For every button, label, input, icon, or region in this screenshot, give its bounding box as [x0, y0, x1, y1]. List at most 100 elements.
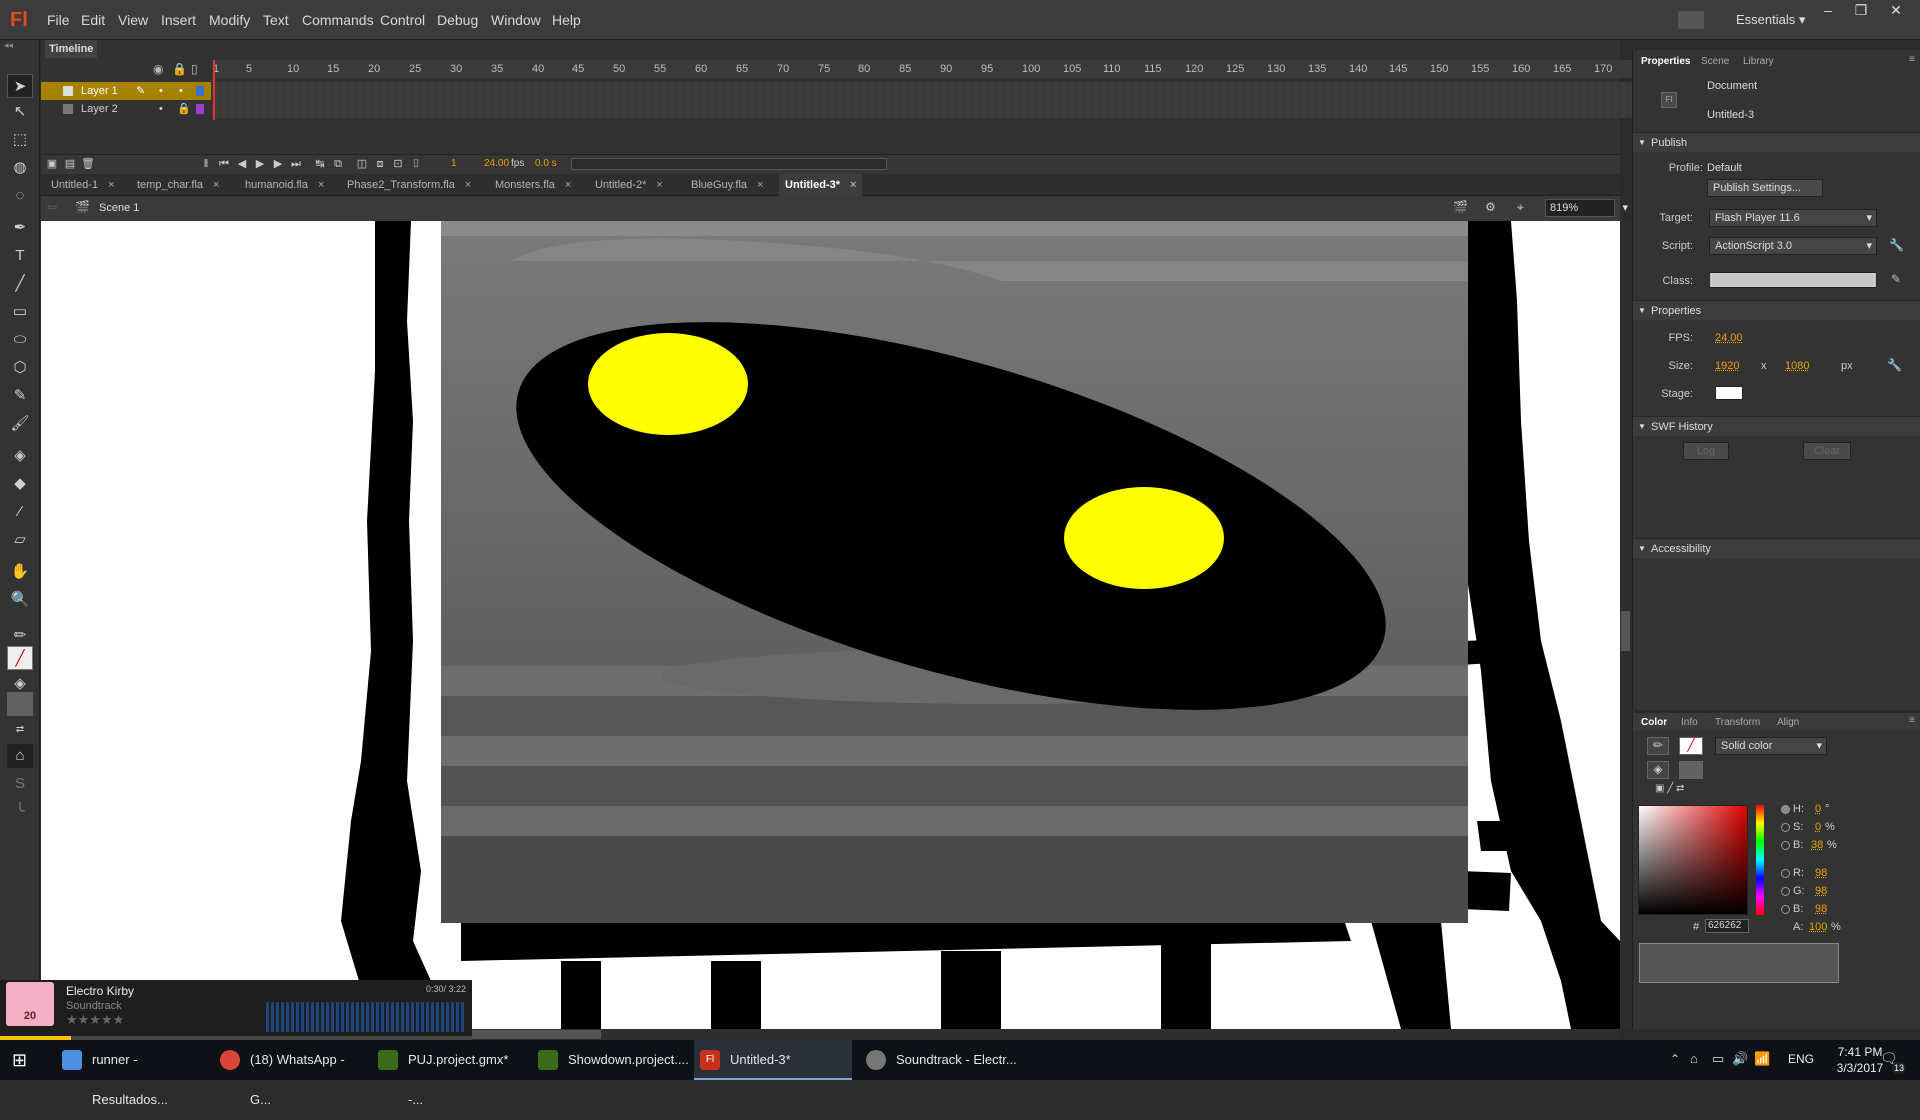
- selection-tool-icon[interactable]: ➤: [7, 74, 33, 98]
- pencil-tool-icon[interactable]: ✎: [7, 384, 33, 408]
- paint-bucket-icon[interactable]: ◈: [7, 444, 33, 468]
- zoom-dropdown[interactable]: 819% ▾: [1545, 199, 1615, 217]
- s-value[interactable]: 0: [1815, 821, 1821, 833]
- taskbar-item-flash[interactable]: Fl Untitled-3*: [694, 1040, 852, 1080]
- tab-scene[interactable]: Scene: [1701, 54, 1729, 70]
- taskbar-item-showdown[interactable]: Showdown.project....: [532, 1040, 682, 1080]
- stroke-pencil-icon[interactable]: ✏: [1647, 737, 1669, 755]
- taskbar-item-soundtrack[interactable]: Soundtrack - Electr...: [860, 1040, 1020, 1080]
- frame-ruler[interactable]: 1 5 10 15 20 25 30 35 40 45 50 55 60 65 70 75 80 85 90 95 10…: [212, 60, 1658, 78]
- tab-phase2-transform[interactable]: Phase2_Transform.fla ×: [341, 174, 477, 196]
- taskbar-item-whatsapp[interactable]: (18) WhatsApp - G...: [214, 1040, 364, 1080]
- close-icon[interactable]: ×: [757, 179, 763, 191]
- close-icon[interactable]: ×: [565, 179, 571, 191]
- g-value[interactable]: 98: [1815, 885, 1827, 897]
- menu-control[interactable]: Control: [380, 0, 425, 40]
- tab-library[interactable]: Library: [1743, 54, 1774, 70]
- close-icon[interactable]: ×: [213, 179, 219, 191]
- close-icon[interactable]: ×: [656, 179, 662, 191]
- tab-info[interactable]: Info: [1681, 715, 1698, 731]
- playhead[interactable]: [213, 60, 215, 120]
- scroll-thumb[interactable]: [1621, 611, 1630, 651]
- zoom-tool-icon[interactable]: 🔍: [7, 588, 33, 612]
- properties-section[interactable]: Properties: [1633, 300, 1920, 320]
- menu-help[interactable]: Help: [552, 0, 581, 40]
- eye-icon[interactable]: ◉: [153, 62, 163, 76]
- r-radio[interactable]: [1781, 869, 1790, 878]
- timeline-tab[interactable]: Timeline: [45, 40, 97, 58]
- fps-value[interactable]: 24.00: [1715, 332, 1743, 344]
- tab-humanoid[interactable]: humanoid.fla ×: [239, 174, 330, 196]
- eraser-icon[interactable]: ▱: [7, 528, 33, 552]
- accessibility-section[interactable]: Accessibility: [1633, 538, 1920, 558]
- tab-untitled-1[interactable]: Untitled-1 ×: [45, 174, 121, 196]
- edit-scene-icon[interactable]: 🎬: [1453, 200, 1468, 214]
- rating-stars[interactable]: ★★★★★: [66, 1012, 124, 1028]
- close-icon[interactable]: ×: [465, 179, 471, 191]
- wrench-icon[interactable]: 🔧: [1889, 238, 1904, 252]
- time-value[interactable]: 0.0 s: [535, 158, 557, 169]
- menu-text[interactable]: Text: [263, 0, 289, 40]
- layer-color-swatch[interactable]: [196, 86, 204, 96]
- edit-multiple-icon[interactable]: ⧈: [373, 157, 387, 171]
- menu-file[interactable]: File: [47, 0, 70, 40]
- tab-monsters[interactable]: Monsters.fla ×: [489, 174, 577, 196]
- hand-tool-icon[interactable]: ✋: [7, 560, 33, 584]
- fill-color-swatch[interactable]: ╱: [7, 646, 33, 670]
- bracket-icon[interactable]: ⌷: [409, 157, 423, 171]
- onion-skin-icon[interactable]: ⧉: [331, 157, 345, 171]
- menu-commands[interactable]: Commands: [302, 0, 374, 40]
- timeline-h-scroll[interactable]: [571, 158, 887, 170]
- new-layer-icon[interactable]: ▣: [45, 157, 59, 171]
- close-icon[interactable]: ×: [850, 179, 856, 191]
- clear-button[interactable]: Clear: [1803, 442, 1851, 460]
- delete-layer-icon[interactable]: 🗑: [81, 157, 95, 171]
- stage-v-scrollbar[interactable]: [1620, 221, 1631, 1029]
- tab-color[interactable]: Color: [1641, 715, 1667, 731]
- tab-untitled-2[interactable]: Untitled-2* ×: [589, 174, 669, 196]
- swap-colors-icon[interactable]: ⇄: [7, 718, 33, 742]
- target-dropdown[interactable]: Flash Player 11.6: [1709, 209, 1877, 227]
- visibility-dot[interactable]: •: [159, 82, 163, 100]
- close-icon[interactable]: ×: [318, 179, 324, 191]
- panel-menu-icon[interactable]: ≡: [1909, 715, 1915, 726]
- frame-grid[interactable]: [212, 82, 1658, 118]
- stroke-color-icon[interactable]: ✏: [7, 624, 33, 648]
- 3d-rotation-icon[interactable]: ◍: [7, 156, 33, 180]
- language-indicator[interactable]: ENG: [1788, 1052, 1814, 1066]
- wrench-icon[interactable]: 🔧: [1887, 358, 1902, 372]
- hue-slider[interactable]: [1756, 805, 1764, 915]
- fps-value[interactable]: 24.00: [484, 158, 509, 169]
- menu-view[interactable]: View: [118, 0, 148, 40]
- line-tool-icon[interactable]: ╱: [7, 272, 33, 296]
- tab-blueguy[interactable]: BlueGuy.fla ×: [685, 174, 770, 196]
- stroke-color-swatch[interactable]: ╱: [1679, 737, 1703, 755]
- ink-bottle-icon[interactable]: ◆: [7, 472, 33, 496]
- onion-outline-icon[interactable]: ◫: [355, 157, 369, 171]
- volume-icon[interactable]: 🔊: [1732, 1051, 1748, 1067]
- menu-debug[interactable]: Debug: [437, 0, 478, 40]
- pen-tool-icon[interactable]: ✒: [7, 216, 33, 240]
- h-value[interactable]: 0: [1815, 803, 1821, 815]
- close-icon[interactable]: ✕: [1880, 0, 1912, 20]
- windows-start-icon[interactable]: ⊞: [12, 1050, 32, 1070]
- script-dropdown[interactable]: ActionScript 3.0: [1709, 237, 1877, 255]
- tray-chevron-icon[interactable]: ⌃: [1670, 1052, 1680, 1066]
- action-icon[interactable]: ▭: [1712, 1051, 1724, 1067]
- edit-symbols-icon[interactable]: ⚙: [1485, 200, 1496, 214]
- new-folder-icon[interactable]: ▤: [63, 157, 77, 171]
- menu-edit[interactable]: Edit: [81, 0, 105, 40]
- stage-area[interactable]: [41, 221, 1620, 1029]
- scroll-thumb[interactable]: [461, 1030, 601, 1039]
- smooth-icon[interactable]: S: [7, 772, 33, 796]
- center-stage-icon[interactable]: ⌖: [1517, 200, 1524, 215]
- taskbar-item-runner[interactable]: runner - Resultados...: [56, 1040, 206, 1080]
- a-value[interactable]: 100: [1809, 921, 1827, 933]
- layer-row-2[interactable]: Layer 2 • 🔒: [41, 100, 211, 118]
- stage-color-swatch[interactable]: [1715, 386, 1743, 400]
- publish-settings-button[interactable]: Publish Settings...: [1707, 179, 1823, 197]
- menu-window[interactable]: Window: [491, 0, 541, 40]
- menu-insert[interactable]: Insert: [161, 0, 196, 40]
- loop-icon[interactable]: ↹: [313, 157, 327, 171]
- tab-transform[interactable]: Transform: [1715, 715, 1760, 731]
